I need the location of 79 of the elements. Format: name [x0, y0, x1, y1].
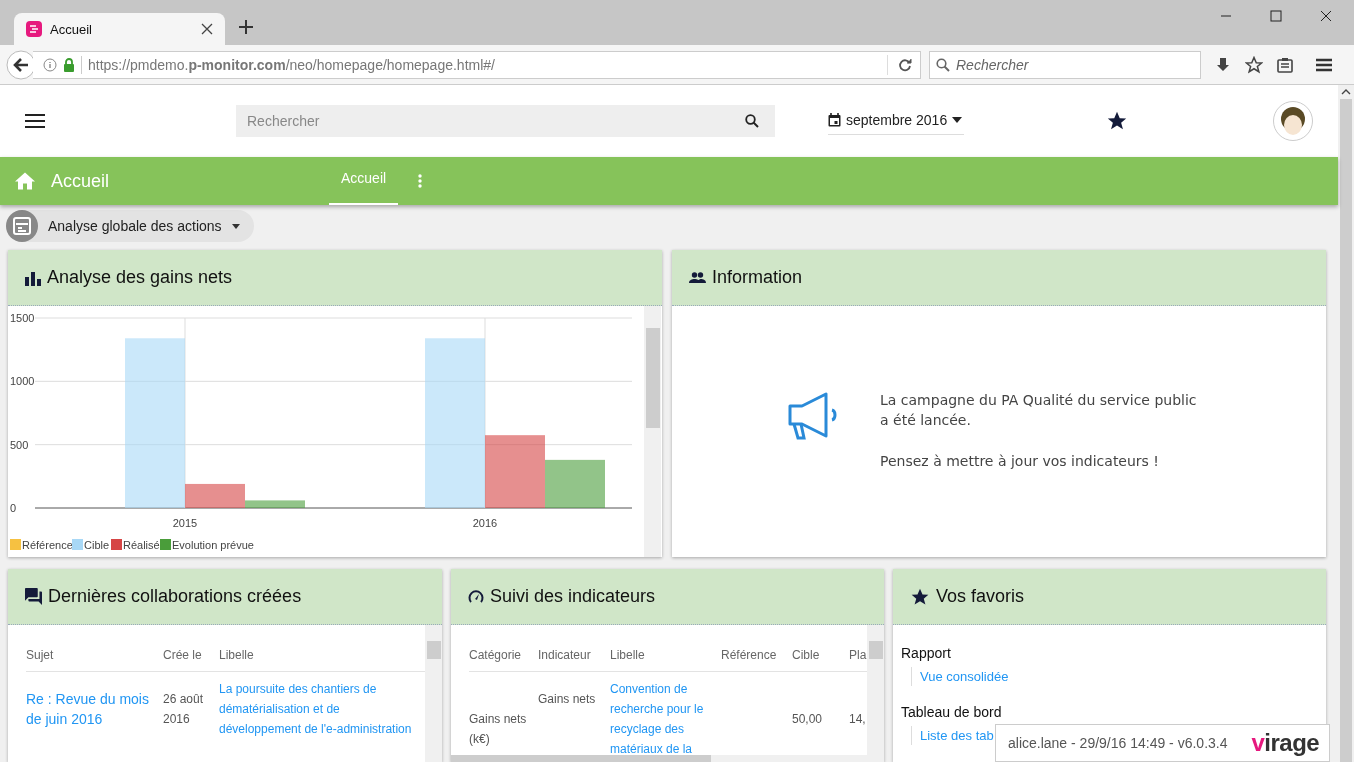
dashboard-icon [6, 210, 38, 242]
gauge-icon [468, 588, 484, 605]
card-title: Information [712, 267, 803, 288]
info-message: Pensez à mettre à jour vos indicateurs ! [880, 452, 1160, 471]
card-title: Dernières collaborations créées [48, 586, 302, 607]
axis-label: 2015 [172, 517, 198, 529]
close-icon[interactable] [1320, 10, 1332, 22]
caret-icon [231, 223, 240, 229]
card-title: Analyse des gains nets [47, 267, 233, 288]
calendar-icon [828, 112, 841, 127]
legend-label: Cible [84, 539, 110, 551]
info-message: La campagne du PA Qualité du service public a été lancée. [880, 391, 1198, 430]
star-icon[interactable] [1106, 110, 1129, 132]
menu-icon[interactable] [25, 114, 45, 128]
card-title: Vos favoris [936, 586, 1025, 607]
search-field[interactable]: Rechercher [236, 105, 775, 137]
collaboration-link[interactable]: La poursuite des chantiers de dématérialisation et de développement de l'e-administration [219, 679, 416, 739]
column-header[interactable]: Libelle [219, 648, 424, 662]
menu-icon[interactable] [1315, 56, 1333, 73]
favorite-link[interactable]: Liste des tab [920, 728, 994, 743]
collaboration-link[interactable]: Re : Revue du mois de juin 2016 [26, 689, 155, 729]
axis-tick-label: 1000 [10, 375, 35, 388]
month-picker[interactable]: septembre 2016 [828, 107, 965, 135]
favorite-group-label: Tableau de bord [901, 704, 1003, 720]
axis-tick-label: 0 [10, 502, 17, 514]
indicator-link[interactable]: Convention de recherche pour le recyclage des matériaux de la [610, 679, 713, 759]
table-cell-text: Gains nets (k€) [469, 711, 528, 748]
column-header[interactable]: Libelle [610, 648, 721, 662]
table-cell-text: 26 août 2016 [163, 691, 205, 728]
avatar[interactable] [1273, 101, 1314, 141]
column-header[interactable]: Pla [849, 648, 867, 662]
favorite-group-label: Rapport [901, 645, 952, 661]
view-selector[interactable]: Analyse globale des actions [6, 210, 254, 242]
table-cell-text: 50,00 [792, 711, 823, 728]
table-cell-text: Gains nets [538, 691, 596, 708]
search-icon [936, 57, 950, 72]
scrollbar[interactable] [867, 625, 884, 762]
page-title: Accueil [51, 170, 111, 192]
caret-icon [952, 116, 963, 123]
scrollbar[interactable] [451, 755, 867, 762]
chat-icon [25, 588, 42, 605]
scrollbar[interactable] [644, 306, 661, 557]
search-icon[interactable] [745, 114, 759, 128]
url-text: https://pmdemo.p-monitor.com/neo/homepage/homepage.html#/ [88, 56, 496, 73]
browser-tab[interactable]: Accueil [14, 13, 225, 45]
browser-search-field[interactable]: Rechercher [929, 50, 1201, 79]
address-bar[interactable]: https://pmdemo.p-monitor.com/neo/homepage/homepage.html#/ [33, 50, 921, 79]
back-button[interactable] [6, 49, 36, 80]
legend-label: Evolution prévue [172, 539, 254, 551]
column-header[interactable]: Sujet [26, 648, 163, 662]
reload-icon[interactable] [898, 57, 912, 72]
column-header[interactable]: Référence [721, 648, 792, 662]
app-logo-icon [26, 21, 42, 37]
brand-logo: virage [1251, 729, 1320, 757]
column-header[interactable]: Indicateur [538, 648, 610, 662]
legend-label: Référence [22, 539, 73, 551]
people-icon [689, 271, 706, 284]
info-icon[interactable] [43, 57, 57, 72]
star-outline-icon[interactable] [1245, 55, 1263, 74]
table-cell-text: 14, [849, 711, 866, 728]
axis-tick-label: 500 [10, 438, 29, 451]
legend-label: Réalisé [123, 539, 160, 551]
version-info: alice.lane - 29/9/16 14:49 - v6.0.3.4 [1008, 735, 1228, 751]
close-icon[interactable] [201, 23, 213, 35]
download-icon[interactable] [1215, 56, 1231, 73]
chevron-up-icon[interactable] [1341, 89, 1351, 95]
maximize-icon[interactable] [1270, 10, 1282, 22]
lock-icon [63, 57, 75, 72]
card-title: Suivi des indicateurs [490, 586, 656, 607]
clipboard-icon[interactable] [1277, 56, 1293, 73]
new-tab-icon[interactable] [239, 20, 253, 34]
axis-label: 2016 [472, 517, 498, 529]
bar-chart-icon [25, 269, 41, 286]
favorite-link[interactable]: Vue consolidée [920, 669, 1009, 684]
column-header[interactable]: Catégorie [469, 648, 538, 662]
column-header[interactable]: Cible [792, 648, 849, 662]
axis-tick-label: 1500 [10, 312, 35, 324]
column-header[interactable]: Crée le [163, 648, 219, 662]
scrollbar[interactable] [425, 625, 442, 762]
